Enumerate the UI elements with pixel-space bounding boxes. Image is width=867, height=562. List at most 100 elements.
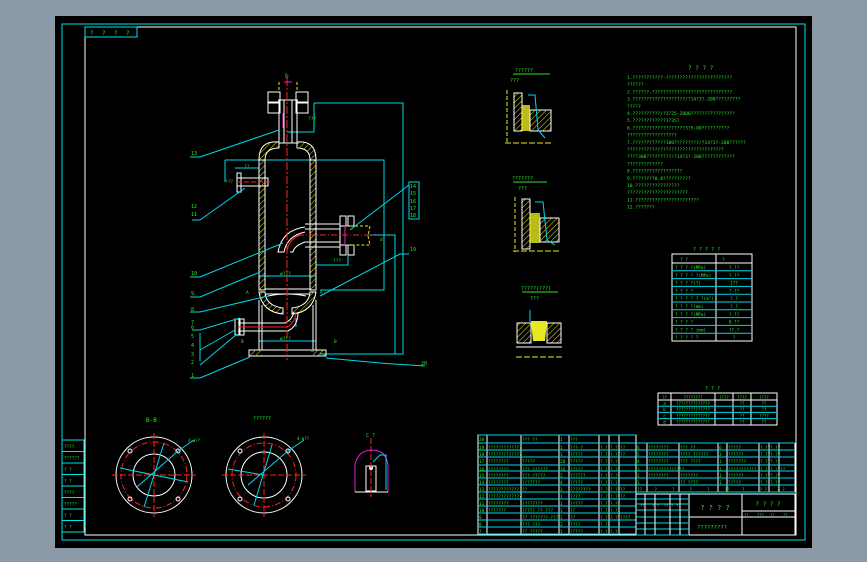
cad-viewport[interactable]: ???? b ??? ?? ??? ø??? ø??? ??? d a c A … [0,0,867,562]
drawing-canvas[interactable]: ???? b????????ø???ø??????dacA AB B131211… [0,0,867,562]
parts-cell: ???????? [648,452,669,458]
callout-13: 13 [191,151,197,157]
parts-cell: 1 [560,508,563,514]
parts-cell: ????? [570,480,583,486]
parts-cell: 8 [479,522,482,528]
side-cell: ????? [64,502,77,508]
parts-cell: 3 [719,452,722,458]
parts-cell: 13 [479,487,485,493]
parts-cell: ?????? [728,473,744,479]
callout-16: 16 [410,199,416,205]
drawing-number: ????????? [697,525,727,531]
parts-cell: ?? [780,467,786,473]
callout-5: 5 [191,334,194,340]
title-cell: ?? [770,512,775,517]
parts-cell: 1 [719,459,722,465]
callout-17: 17 [410,206,416,212]
spec-value: 0.?? [729,320,740,326]
parts-cell: 20 [560,459,566,465]
parts-cell: ?? ???????-??? [522,515,559,521]
nozzle-header: ???? [737,395,747,400]
parts-cell: ????????????? [488,494,522,500]
nozzle-header: ???? [719,395,729,400]
dimension-text: A [246,290,249,296]
parts-cell: ??????? [488,508,507,514]
parts-cell: ?.?? [770,452,781,458]
spec-name: ? ? ? ? ? ?(m³) [675,296,714,302]
dimension-text: a [311,349,314,354]
callout-3: 3 [191,352,194,358]
parts-cell: ????? [570,529,583,535]
parts-cell: ??? ?? [522,437,538,443]
dimension-text: c [289,319,292,324]
parts-cell: ?.? [600,452,608,458]
section-title-top: ?????? [253,416,271,422]
nozzle-cell: ?? [740,420,745,425]
parts-cell: ?.? [600,445,608,451]
corner-mark: ? [102,30,106,37]
parts-cell: 2 [560,522,563,528]
nozzle-cell: ?? [740,407,745,412]
parts-cell: ???? [570,522,581,528]
nozzle-cell: ?? [740,401,745,406]
spec-name: ? ? ? ?(MPa) [675,265,706,271]
parts-header: ? [707,487,710,493]
dimension-text: B [241,339,244,345]
parts-cell: 1 [560,494,563,500]
parts-cell: ?? [620,487,626,493]
parts-cell: ?.? [760,467,768,473]
parts-cell: ?.? [770,467,778,473]
parts-cell: ??? ?????? [522,467,548,473]
parts-cell: 2 [637,473,640,479]
parts-cell: 10 [479,508,485,514]
note-line: 9.????????0.8?????????? [627,176,691,182]
parts-header: ? ? [760,487,768,493]
parts-cell: ?.? [600,480,608,486]
note-line: ?????? [627,82,644,88]
dimension-text: A [320,290,323,296]
spec-value: ?.?? [729,312,740,318]
parts-cell: ???????? [648,445,669,451]
side-cell: ???? [64,490,75,496]
callout-10: 10 [191,271,197,277]
callout-14: 14 [410,184,416,190]
parts-cell: ?.? [600,473,608,479]
parts-cell: ??????? [728,459,747,465]
parts-cell: 11 [479,501,485,507]
notes-title: ? ? ? ? [688,65,714,72]
title-cell: ??? [757,512,764,517]
parts-header: ?? [637,487,643,493]
parts-cell: ?.? [600,529,608,535]
detail-scale: ??? [530,296,539,302]
side-cell: ? ? [64,479,72,485]
nozzle-header: ???????? [683,395,703,400]
parts-cell: ????? ??-??? [522,508,553,514]
parts-header: ? [690,487,693,493]
callout-19: 19 [410,247,416,253]
parts-cell: ???????? [488,467,509,473]
parts-cell: ???????? [488,501,509,507]
title-cell: ?? [640,503,645,508]
parts-cell: ???? [620,515,631,521]
header-cell: ? ? [680,257,688,263]
parts-cell: ?.? [610,480,618,486]
detail-title: ?????(???) [521,286,551,292]
parts-cell: ???????? [522,501,543,507]
parts-cell: 1 [560,437,563,443]
parts-cell: 2 [560,473,563,479]
note-line: 5.????????????1?35? [627,118,680,124]
parts-cell: ?? [522,487,528,493]
parts-cell: ??? ???? [680,459,701,465]
dimension-text: ??? [308,116,316,122]
note-line: 6.???????????????????3?5-80?????????? [627,125,730,131]
parts-cell: ????? [728,480,741,486]
parts-cell: ??? ?? [680,445,696,451]
note-line: 10.???????????????? [627,183,680,189]
hole-note: 4-ø?? [188,438,201,443]
nozzle-cell: ?? [740,413,745,418]
side-cell: ? ? [64,467,72,473]
hole-note: 4-ø?? [297,436,310,441]
section-title-b-b: B-B [146,417,157,424]
parts-cell: ????????????? [488,452,522,458]
callout-11: 11 [191,212,197,218]
